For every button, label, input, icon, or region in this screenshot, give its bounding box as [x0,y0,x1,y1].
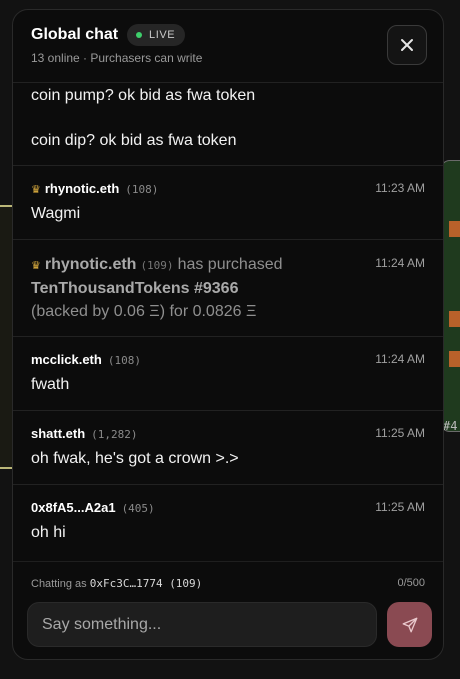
chat-subtitle: 13 online · Purchasers can write [31,51,203,65]
message-author[interactable]: 0x8fA5...A2a1 [31,500,116,515]
message-body: coin dip? ok bid as fwa token [31,132,237,149]
list-item: shatt.eth (1,282) 11:25 AM oh fwak, he's … [13,411,443,485]
purchase-notification: ♛ rhynotic.eth (109) has purchased TenThous… [13,240,443,337]
message-list[interactable]: coin pump? ok bid as fwa token coin dip?… [13,83,443,560]
message-input[interactable] [27,602,377,647]
message-author-count: (108) [125,183,159,196]
chatting-as-address: 0xFc3C…1774 (109) [89,577,203,590]
message-author[interactable]: shatt.eth [31,426,85,441]
message-author[interactable]: mcclick.eth [31,352,102,367]
message-timestamp: 11:25 AM [375,500,425,514]
crown-icon: ♛ [31,184,41,196]
list-item: mcclick.eth (108) 11:24 AM fwath [13,337,443,411]
list-item: ♛ rhynotic.eth (108) 11:23 AM Wagmi [13,166,443,240]
message-author[interactable]: rhynotic.eth [45,256,137,273]
message-body: Wagmi [31,205,81,222]
close-icon [401,39,413,51]
message-body: oh hi [31,524,66,541]
background-card-detail [449,351,460,367]
send-button[interactable] [387,602,432,647]
message-author-line: ♛ rhynotic.eth (108) [31,181,158,196]
message-body: oh fwak, he's got a crown >.> [31,450,239,467]
purchase-action: has purchased [177,256,283,273]
background-card-tag: #4 [443,419,458,433]
chatting-as-label: Chatting as 0xFc3C…1774 (109) [31,577,202,590]
purchase-detail: (backed by 0.06 Ξ) for 0.0826 Ξ [31,303,257,320]
message-timestamp: 11:24 AM [375,256,425,270]
chat-header: Global chat LIVE 13 online · Purchasers … [13,10,443,83]
message-timestamp: 11:25 AM [375,426,425,440]
list-item: coin pump? ok bid as fwa token coin dip?… [13,83,443,166]
background-card-detail [449,221,460,237]
message-body: coin pump? ok bid as fwa token [31,87,256,104]
message-author[interactable]: rhynotic.eth [45,181,119,196]
message-author-count: (108) [107,354,141,367]
close-button[interactable] [387,25,427,65]
message-timestamp: 11:24 AM [375,352,425,366]
live-label: LIVE [149,29,176,41]
message-body: fwath [31,376,70,393]
background-card-detail [449,311,460,327]
purchase-line: ♛ rhynotic.eth (109) has purchased [31,256,283,274]
message-author-line: mcclick.eth (108) [31,352,141,367]
message-author-line: 0x8fA5...A2a1 (405) [31,500,155,515]
send-icon [402,617,417,632]
message-author-count: (1,282) [91,428,138,441]
purchased-token-link[interactable]: TenThousandTokens #9366 [31,280,238,298]
chat-title: Global chat [31,26,119,43]
character-count: 0/500 [397,577,425,589]
live-badge: LIVE [127,24,186,46]
live-status-dot [136,32,142,38]
chatting-as-prefix: Chatting as [31,578,87,590]
message-timestamp: 11:23 AM [375,181,425,195]
crown-icon: ♛ [31,260,41,272]
message-author-count: (405) [121,502,155,515]
chat-composer: Chatting as 0xFc3C…1774 (109) 0/500 [13,561,443,659]
global-chat-panel: Global chat LIVE 13 online · Purchasers … [12,9,444,660]
list-item: 0x8fA5...A2a1 (405) 11:25 AM oh hi [13,485,443,560]
message-author-count: (109) [140,259,174,272]
message-author-line: shatt.eth (1,282) [31,426,138,441]
